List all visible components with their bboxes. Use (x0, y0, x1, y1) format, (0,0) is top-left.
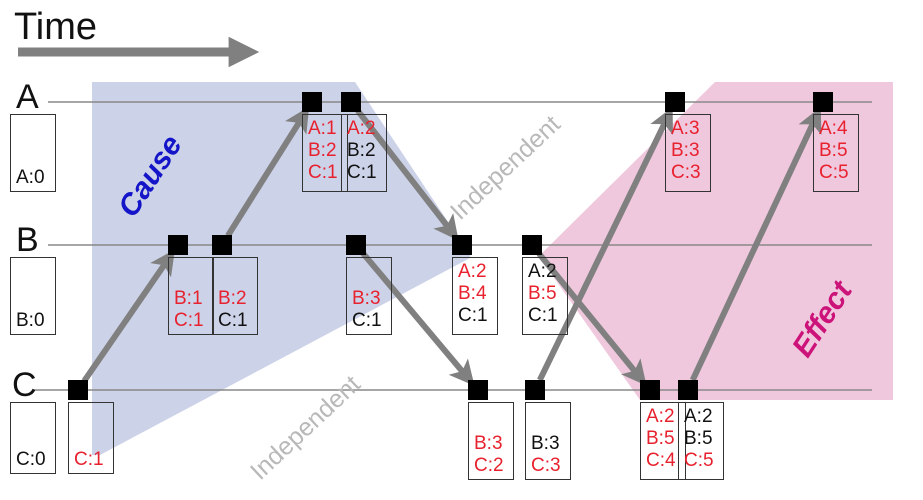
vector-clock-entry: B:4 (458, 283, 487, 305)
vector-clock-box-b2: B:2 C:1 (212, 257, 258, 335)
vector-clock-box-c2: B:3 C:2 (468, 402, 514, 480)
vector-clock-box-initial-B: B:0 (10, 257, 56, 335)
event-node-b2[interactable] (212, 235, 232, 255)
vector-clock-entry: A:2 (684, 406, 713, 427)
vector-clock-box-a2: A:2 B:2 C:1 (341, 114, 387, 192)
vector-clock-entry: C:1 (174, 309, 204, 331)
event-node-c2[interactable] (468, 380, 488, 400)
vector-clock-entry: C:1 (352, 309, 382, 331)
vector-clock-entry: C:1 (347, 162, 377, 184)
vector-clock-entry: A:0 (16, 166, 45, 188)
lane-label-A: A (16, 78, 39, 116)
vector-clock-entry: B:5 (528, 283, 557, 305)
vector-clock-entry: A:2 (646, 406, 675, 427)
vector-clock-entry: A:1 (308, 118, 337, 139)
vector-clock-entry: C:1 (528, 305, 558, 327)
vector-clock-entry: B:0 (16, 309, 45, 331)
causality-diagram: Time A B C Cause Effect Independent Inde… (0, 0, 923, 500)
vector-clock-box-a4: A:4 B:5 C:5 (813, 114, 859, 192)
vector-clock-entry: B:3 (352, 287, 381, 309)
vector-clock-entry: B:3 (474, 432, 503, 454)
vector-clock-entry: B:2 (308, 140, 337, 162)
vector-clock-entry: A:3 (671, 118, 700, 139)
vector-clock-box-initial-A: A:0 (10, 114, 56, 192)
event-node-a3[interactable] (665, 92, 685, 112)
vector-clock-entry: B:5 (819, 140, 848, 162)
vector-clock-entry: B:5 (684, 428, 713, 450)
vector-clock-entry: A:2 (528, 261, 557, 282)
vector-clock-box-b1: B:1 C:1 (168, 257, 214, 335)
vector-clock-entry: C:3 (671, 162, 701, 184)
vector-clock-entry: A:2 (458, 261, 487, 282)
event-node-b3[interactable] (346, 235, 366, 255)
lane-label-C: C (12, 366, 37, 404)
time-axis-label: Time (14, 6, 98, 48)
vector-clock-box-b4: A:2 B:4 C:1 (452, 257, 498, 335)
vector-clock-entry: C:4 (646, 450, 676, 472)
vector-clock-entry: C:5 (684, 450, 714, 472)
vector-clock-entry: B:2 (347, 140, 376, 162)
vector-clock-box-c1: C:1 (68, 402, 114, 474)
vector-clock-box-b3: B:3 C:1 (346, 257, 392, 335)
vector-clock-entry: B:3 (531, 432, 560, 454)
vector-clock-entry: B:3 (671, 140, 700, 162)
event-node-a1[interactable] (302, 92, 322, 112)
lane-label-B: B (16, 221, 39, 259)
vector-clock-entry: B:2 (218, 287, 247, 309)
event-node-c3[interactable] (525, 380, 545, 400)
event-node-b5[interactable] (522, 235, 542, 255)
diagram-canvas (18, 36, 893, 455)
vector-clock-entry: A:2 (347, 118, 376, 139)
vector-clock-box-initial-C: C:0 (10, 402, 56, 474)
vector-clock-box-c5: A:2 B:5 C:5 (678, 402, 724, 480)
vector-clock-entry: C:1 (218, 309, 248, 331)
vector-clock-box-a3: A:3 B:3 C:3 (665, 114, 711, 192)
vector-clock-entry: C:0 (16, 448, 46, 470)
vector-clock-entry: C:2 (474, 454, 504, 476)
vector-clock-entry: C:1 (74, 448, 104, 470)
event-node-c1[interactable] (68, 380, 88, 400)
event-node-c4[interactable] (640, 380, 660, 400)
vector-clock-entry: C:1 (308, 162, 338, 184)
event-node-b4[interactable] (452, 235, 472, 255)
event-node-a4[interactable] (813, 92, 833, 112)
vector-clock-entry: A:4 (819, 118, 848, 139)
vector-clock-entry: B:1 (174, 287, 203, 309)
vector-clock-entry: B:5 (646, 428, 675, 450)
vector-clock-entry: C:1 (458, 305, 488, 327)
event-node-b1[interactable] (168, 235, 188, 255)
vector-clock-box-c3: B:3 C:3 (525, 402, 571, 480)
vector-clock-entry: C:5 (819, 162, 849, 184)
vector-clock-box-b5: A:2 B:5 C:1 (522, 257, 568, 335)
event-node-a2[interactable] (341, 92, 361, 112)
vector-clock-entry: C:3 (531, 454, 561, 476)
event-node-c5[interactable] (678, 380, 698, 400)
